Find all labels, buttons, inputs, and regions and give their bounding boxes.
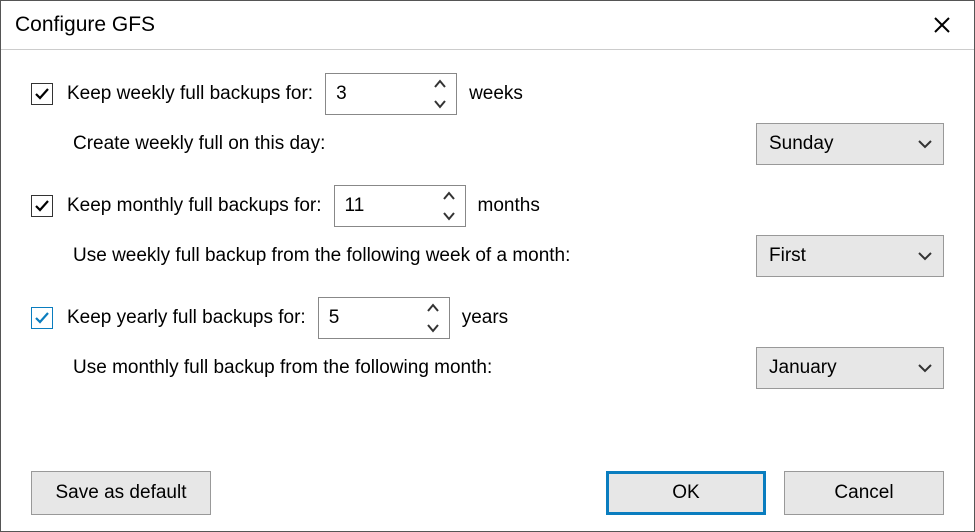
check-icon <box>34 86 50 102</box>
chevron-up-icon <box>426 303 440 313</box>
yearly-month-value: January <box>769 357 837 379</box>
chevron-down-icon <box>917 139 933 149</box>
cancel-button[interactable]: Cancel <box>784 471 944 515</box>
dialog-content: Keep weekly full backups for: 3 weeks <box>1 50 974 531</box>
yearly-section: Keep yearly full backups for: 5 years <box>31 296 944 390</box>
monthly-spin-up[interactable] <box>433 186 465 206</box>
weekly-spin-up[interactable] <box>424 74 456 94</box>
chevron-up-icon <box>433 79 447 89</box>
monthly-value-spinner[interactable]: 11 <box>334 185 466 227</box>
cancel-label: Cancel <box>834 482 893 504</box>
weekly-sub-row: Create weekly full on this day: Sunday <box>31 122 944 166</box>
monthly-keep-label: Keep monthly full backups for: <box>67 195 322 217</box>
weekly-spin-down[interactable] <box>424 94 456 114</box>
yearly-value[interactable]: 5 <box>319 298 417 338</box>
save-as-default-button[interactable]: Save as default <box>31 471 211 515</box>
weekly-keep-label: Keep weekly full backups for: <box>67 83 313 105</box>
weekly-day-dropdown[interactable]: Sunday <box>756 123 944 165</box>
yearly-checkbox[interactable] <box>31 307 53 329</box>
monthly-unit: months <box>478 195 540 217</box>
chevron-down-icon <box>917 363 933 373</box>
weekly-checkbox[interactable] <box>31 83 53 105</box>
titlebar: Configure GFS <box>1 1 974 50</box>
weekly-checkbox-wrap: Keep weekly full backups for: <box>31 83 313 105</box>
ok-button[interactable]: OK <box>606 471 766 515</box>
weekly-unit: weeks <box>469 83 523 105</box>
monthly-section: Keep monthly full backups for: 11 months <box>31 184 944 278</box>
check-icon <box>34 310 50 326</box>
weekly-spinner-buttons <box>424 74 456 114</box>
weekly-value[interactable]: 3 <box>326 74 424 114</box>
monthly-spin-down[interactable] <box>433 206 465 226</box>
monthly-keep-row: Keep monthly full backups for: 11 months <box>31 184 944 228</box>
monthly-spinner-buttons <box>433 186 465 226</box>
button-row: Save as default OK Cancel <box>31 457 944 515</box>
yearly-keep-label: Keep yearly full backups for: <box>67 307 306 329</box>
yearly-checkbox-wrap: Keep yearly full backups for: <box>31 307 306 329</box>
weekly-day-value: Sunday <box>769 133 833 155</box>
weekly-section: Keep weekly full backups for: 3 weeks <box>31 72 944 166</box>
yearly-spin-down[interactable] <box>417 318 449 338</box>
yearly-value-spinner[interactable]: 5 <box>318 297 450 339</box>
monthly-value[interactable]: 11 <box>335 186 433 226</box>
yearly-unit: years <box>462 307 508 329</box>
monthly-sub-label: Use weekly full backup from the followin… <box>73 245 570 267</box>
monthly-sub-row: Use weekly full backup from the followin… <box>31 234 944 278</box>
close-icon <box>933 16 951 34</box>
chevron-down-icon <box>433 99 447 109</box>
yearly-keep-row: Keep yearly full backups for: 5 years <box>31 296 944 340</box>
chevron-down-icon <box>917 251 933 261</box>
yearly-sub-label: Use monthly full backup from the followi… <box>73 357 492 379</box>
monthly-checkbox[interactable] <box>31 195 53 217</box>
chevron-down-icon <box>426 323 440 333</box>
yearly-spin-up[interactable] <box>417 298 449 318</box>
yearly-sub-row: Use monthly full backup from the followi… <box>31 346 944 390</box>
chevron-down-icon <box>442 211 456 221</box>
save-as-default-label: Save as default <box>56 482 187 504</box>
monthly-checkbox-wrap: Keep monthly full backups for: <box>31 195 322 217</box>
weekly-sub-label: Create weekly full on this day: <box>73 133 325 155</box>
weekly-keep-row: Keep weekly full backups for: 3 weeks <box>31 72 944 116</box>
chevron-up-icon <box>442 191 456 201</box>
yearly-month-dropdown[interactable]: January <box>756 347 944 389</box>
dialog-title: Configure GFS <box>15 13 155 37</box>
weekly-value-spinner[interactable]: 3 <box>325 73 457 115</box>
monthly-week-value: First <box>769 245 806 267</box>
ok-label: OK <box>672 482 699 504</box>
close-button[interactable] <box>922 9 962 41</box>
monthly-week-dropdown[interactable]: First <box>756 235 944 277</box>
configure-gfs-dialog: Configure GFS Keep weekly full backups f… <box>0 0 975 532</box>
yearly-spinner-buttons <box>417 298 449 338</box>
check-icon <box>34 198 50 214</box>
